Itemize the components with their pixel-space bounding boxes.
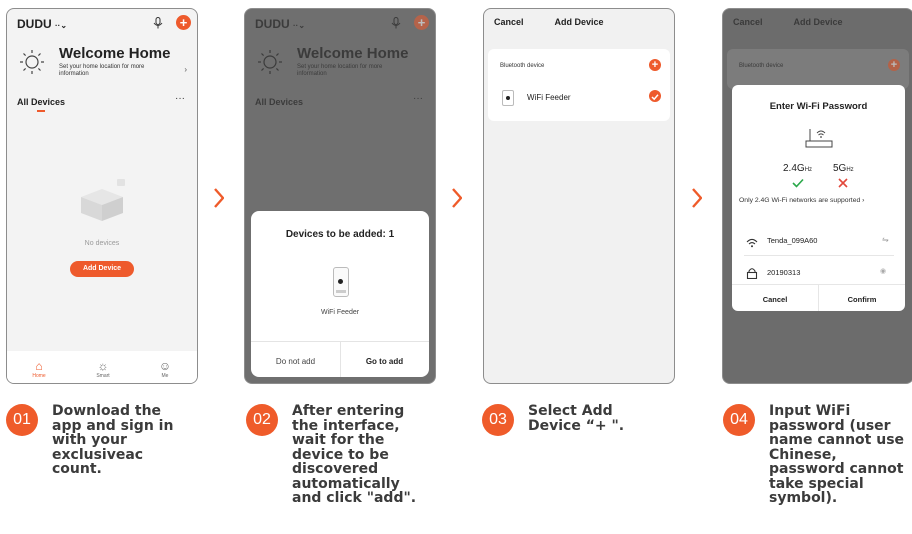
- phone-screen-add-device: Cancel Add Device Bluetooth device + WiF…: [483, 8, 675, 384]
- home-selector[interactable]: DUDU ··⌄: [17, 17, 67, 31]
- empty-box-icon: [81, 179, 125, 221]
- cross-icon: [838, 178, 848, 188]
- chevron-right-icon: [452, 188, 462, 208]
- step-text-2: After entering the interface, wait for t…: [292, 403, 417, 506]
- step-number-4: 04: [723, 404, 755, 436]
- add-icon: +: [888, 59, 900, 71]
- devices-to-add-sheet: Devices to be added: 1 WiFi Feeder Do no…: [251, 211, 429, 377]
- location-prompt[interactable]: Set your home location for more informat…: [59, 64, 149, 78]
- chevron-right-icon[interactable]: ›: [184, 65, 187, 74]
- go-to-add-button[interactable]: Go to add: [340, 357, 429, 366]
- band-2g-label: 2.4GHz: [783, 163, 813, 174]
- app-name: DUDU: [17, 17, 52, 31]
- confirm-button[interactable]: Confirm: [819, 295, 905, 304]
- bluetooth-device-card: Bluetooth device +: [727, 49, 909, 89]
- tab-home[interactable]: ⌂ Home: [19, 359, 59, 379]
- sun-icon: [258, 50, 282, 74]
- step-number-2: 02: [246, 404, 278, 436]
- wifi-icon: [746, 235, 758, 248]
- router-icon: [805, 129, 833, 148]
- more-icon[interactable]: ···: [175, 93, 185, 104]
- checkmark-icon[interactable]: [649, 90, 661, 102]
- add-icon[interactable]: +: [649, 59, 661, 71]
- device-name: WiFi Feeder: [320, 309, 360, 316]
- page-title: Add Device: [793, 17, 843, 27]
- step-text-1: Download the app and sign in with your e…: [52, 403, 174, 477]
- feeder-icon: [333, 267, 349, 297]
- welcome-title: Welcome Home: [59, 45, 171, 62]
- section-label: Bluetooth device: [500, 63, 545, 69]
- wifi-password-dialog: Enter Wi-Fi Password 2.4GHz 5GHz Only 2.…: [732, 85, 905, 311]
- device-name[interactable]: WiFi Feeder: [527, 93, 571, 102]
- smart-sun-icon: ☼: [97, 359, 109, 373]
- chevron-right-icon: [692, 188, 702, 208]
- tab-smart[interactable]: ☼ Smart: [83, 359, 123, 379]
- more-icon: ···: [413, 93, 423, 104]
- microphone-icon: [391, 17, 401, 29]
- add-device-button[interactable]: Add Device: [70, 261, 134, 277]
- sheet-title: Devices to be added: 1: [285, 229, 395, 240]
- phone-screen-wifi-password: Cancel Add Device Bluetooth device + Ent…: [722, 8, 912, 384]
- do-not-add-button[interactable]: Do not add: [251, 357, 340, 366]
- add-icon[interactable]: +: [176, 15, 191, 30]
- step-text-3: Select Add Device “+ ".: [528, 403, 625, 434]
- section-label: Bluetooth device: [739, 63, 784, 69]
- welcome-title: Welcome Home: [297, 45, 409, 62]
- home-icon: ⌂: [35, 359, 43, 373]
- tab-all-devices[interactable]: All Devices: [17, 97, 65, 107]
- add-icon: +: [414, 15, 429, 30]
- home-selector: DUDU ··⌄: [255, 17, 306, 31]
- divider: [744, 255, 894, 256]
- tab-me[interactable]: ☺ Me: [145, 359, 185, 379]
- step-number-1: 01: [6, 404, 38, 436]
- chevron-right-icon: [214, 188, 224, 208]
- cancel-button[interactable]: Cancel: [732, 295, 818, 304]
- checkmark-icon: [792, 178, 804, 188]
- dialog-title: Enter Wi-Fi Password: [769, 101, 868, 112]
- microphone-icon[interactable]: [153, 17, 163, 29]
- band-5g-label: 5GHz: [833, 163, 854, 174]
- lock-icon: [746, 266, 758, 280]
- phone-screen-home: DUDU ··⌄ + Welcome Home Set your home lo…: [6, 8, 198, 384]
- support-note[interactable]: Only 2.4G Wi-Fi networks are supported ›: [739, 197, 864, 204]
- sun-icon: [20, 50, 44, 74]
- switch-network-icon[interactable]: ⇋: [882, 235, 889, 244]
- no-devices-label: No devices: [84, 240, 120, 247]
- step-number-3: 03: [482, 404, 514, 436]
- location-prompt: Set your home location for more informat…: [297, 64, 383, 77]
- tab-all-devices: All Devices: [255, 97, 304, 107]
- page-title: Add Device: [554, 17, 604, 27]
- step-text-4: Input WiFi password (user name cannot us…: [769, 403, 905, 506]
- password-field[interactable]: 20190313: [767, 268, 800, 277]
- active-tab-indicator: [37, 110, 45, 112]
- bottom-tab-bar: ⌂ Home ☼ Smart ☺ Me: [7, 351, 197, 383]
- eye-icon[interactable]: ◉: [880, 267, 886, 275]
- wifi-ssid-field[interactable]: Tenda_099A60: [767, 236, 817, 245]
- profile-icon: ☺: [158, 359, 172, 373]
- feeder-icon: [502, 90, 514, 106]
- phone-screen-discovery: DUDU ··⌄ + Welcome Home Set your home lo…: [244, 8, 436, 384]
- bluetooth-device-card: Bluetooth device + WiFi Feeder: [488, 49, 670, 121]
